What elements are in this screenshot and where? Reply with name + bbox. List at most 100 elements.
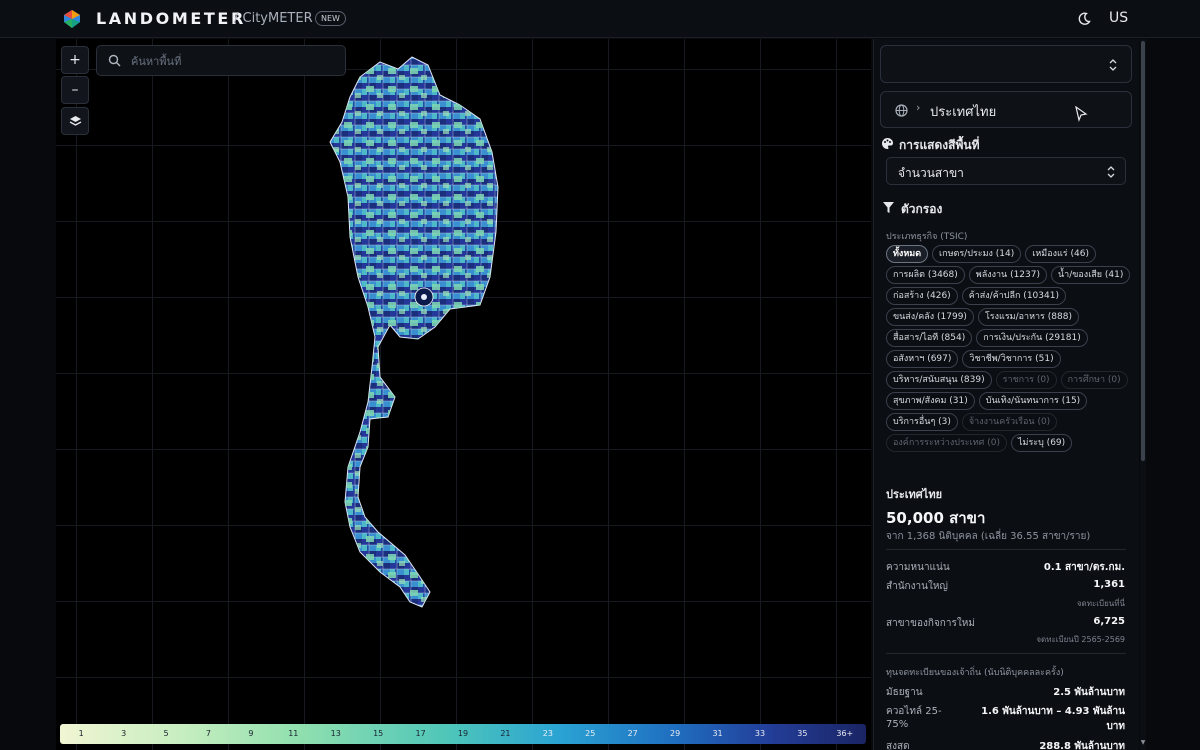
legend-tick: 1 [78, 729, 84, 738]
scroll-thumb[interactable] [1141, 41, 1145, 461]
hq-note: จดทะเบียนที่นี่ [1076, 599, 1125, 608]
tsic-label: ประเภทธุรกิจ (TSIC) [886, 232, 968, 242]
app-header: LANDOMETER / CityMETER NEW US [0, 0, 1200, 38]
chevron-updown-icon [1109, 59, 1117, 71]
scroll-down-icon[interactable]: ▼ [1140, 739, 1146, 746]
legend-tick: 27 [627, 729, 638, 738]
tsic-chip[interactable]: โรงแรม/อาหาร (888) [977, 308, 1079, 326]
tsic-chip[interactable]: ขนส่ง/คลัง (1799) [886, 308, 974, 326]
tsic-chip[interactable]: บริการอื่นๆ (3) [886, 413, 958, 431]
median-label: มัธยฐาน [886, 687, 923, 698]
legend-tick: 3 [121, 729, 127, 738]
legend-tick: 31 [712, 729, 723, 738]
new-badge: NEW [315, 11, 346, 26]
new-branches-label: สาขาของกิจการใหม่ [886, 618, 975, 629]
palette-icon [882, 138, 894, 149]
zoom-in-button[interactable]: + [61, 46, 89, 74]
tsic-chip[interactable]: บริหาร/สนับสนุน (839) [886, 371, 992, 389]
tsic-chip[interactable]: วิชาชีพ/วิชาการ (51) [962, 350, 1061, 368]
iqr-value: 1.6 พันล้านบาท – 4.93 พันล้านบาท [981, 706, 1125, 732]
legend-tick: 5 [163, 729, 169, 738]
summary-count: 50,000 สาขา [886, 509, 986, 527]
color-legend: 1 3 5 7 9 11 13 15 17 19 21 23 25 27 29 31 33 35 36+ [60, 724, 866, 744]
product-name[interactable]: / CityMETER [234, 11, 313, 26]
tsic-chip[interactable]: เหมืองแร่ (46) [1025, 245, 1096, 263]
tsic-chip[interactable]: ไม่ระบุ (69) [1010, 434, 1073, 452]
cursor-pointer-icon [1075, 106, 1088, 122]
filter-icon [883, 202, 894, 213]
chevron-right-icon: › [916, 101, 921, 114]
tsic-chip: องค์การระหว่างประเทศ (0) [886, 434, 1007, 452]
tsic-chip[interactable]: ก่อสร้าง (426) [886, 287, 958, 305]
landometer-logo-icon[interactable] [62, 9, 82, 29]
legend-tick: 9 [248, 729, 254, 738]
tsic-chip[interactable]: บันเทิง/นันทนาการ (15) [978, 392, 1088, 410]
search-input[interactable] [131, 52, 331, 70]
legend-tick: 33 [754, 729, 766, 738]
legend-tick: 23 [542, 729, 553, 738]
chevron-updown-icon [1107, 166, 1115, 178]
tsic-chip[interactable]: พลังงาน (1237) [968, 266, 1047, 284]
legend-tick: 35 [797, 729, 808, 738]
thailand-choropleth[interactable] [320, 47, 500, 617]
divider [886, 653, 1126, 654]
layers-button[interactable] [61, 107, 89, 135]
tsic-chip[interactable]: ค้าส่ง/ค้าปลีก (10341) [961, 287, 1066, 305]
iqr-label: ควอไทล์ 25-75% [886, 706, 942, 730]
tsic-chip[interactable]: อสังหาฯ (697) [886, 350, 959, 368]
filter-section-title: ตัวกรอง [901, 202, 943, 216]
divider [886, 549, 1126, 550]
hq-value: 1,361 [1093, 579, 1125, 590]
thailand-shape [329, 56, 499, 608]
side-panel: › ประเทศไทย การแสดงสีพื้นที่ จำนวนสาขา ต… [873, 39, 1139, 750]
tsic-chip[interactable]: ทั้งหมด [886, 245, 929, 263]
tsic-chip[interactable]: สื่อสาร/ไอที (854) [886, 329, 973, 347]
tsic-chip: จ้างงานครัวเรือน (0) [961, 413, 1058, 431]
locale-switch[interactable]: US [1109, 10, 1128, 26]
legend-tick: 36+ [836, 729, 854, 738]
area-select[interactable] [880, 45, 1132, 83]
breadcrumb: › ประเทศไทย [880, 91, 1132, 128]
panel-scrollbar[interactable]: ▼ [1140, 39, 1146, 750]
legend-tick: 29 [670, 729, 681, 738]
legend-tick: 11 [288, 729, 299, 738]
tsic-chip[interactable]: เกษตร/ประมง (14) [932, 245, 1022, 263]
density-label: ความหนาแน่น [886, 562, 950, 573]
new-branches-value: 6,725 [1093, 616, 1125, 627]
max-value: 288.8 พันล้านบาท [1039, 741, 1125, 750]
median-value: 2.5 พันล้านบาท [1053, 687, 1125, 698]
display-mode-value: จำนวนสาขา [898, 166, 964, 180]
display-mode-select[interactable]: จำนวนสาขา [886, 157, 1126, 185]
tsic-chip[interactable]: การผลิต (3468) [886, 266, 965, 284]
brand-name[interactable]: LANDOMETER [96, 9, 246, 28]
legend-tick: 21 [500, 729, 511, 738]
summary-title: ประเทศไทย [886, 488, 943, 501]
tsic-chip[interactable]: น้ำ/ของเสีย (41) [1051, 266, 1131, 284]
new-branches-note: จดทะเบียนปี 2565-2569 [1036, 635, 1125, 644]
globe-icon[interactable] [895, 104, 908, 117]
search-box[interactable] [96, 45, 346, 76]
legend-tick: 17 [415, 729, 426, 738]
zoom-out-button[interactable]: – [61, 76, 89, 104]
legend-tick: 13 [330, 729, 341, 738]
display-section-title: การแสดงสีพื้นที่ [899, 138, 980, 152]
layers-icon [69, 115, 81, 126]
summary-sub: จาก 1,368 นิติบุคคล (เฉลี่ย 36.55 สาขา/ร… [886, 531, 1091, 542]
tsic-chip[interactable]: สุขภาพ/สังคม (31) [886, 392, 975, 410]
legend-tick: 19 [457, 729, 469, 738]
tsic-chip: ราชการ (0) [995, 371, 1057, 389]
legend-tick: 7 [205, 729, 212, 738]
max-label: สูงสุด [886, 741, 910, 750]
map-canvas[interactable] [56, 39, 871, 750]
legend-tick: 15 [373, 729, 384, 738]
tsic-chip[interactable]: การเงิน/ประกัน (29181) [976, 329, 1088, 347]
density-value: 0.1 สาขา/ตร.กม. [1043, 562, 1125, 573]
tsic-chip: การศึกษา (0) [1060, 371, 1128, 389]
hq-label: สำนักงานใหญ่ [886, 581, 948, 592]
moon-icon[interactable] [1077, 12, 1091, 26]
legend-tick: 25 [585, 729, 596, 738]
search-icon [108, 54, 121, 67]
breadcrumb-country[interactable]: ประเทศไทย [930, 101, 996, 122]
tsic-chip-group: ทั้งหมด เกษตร/ประมง (14) เหมืองแร่ (46) การ… [886, 245, 1132, 452]
capital-title: ทุนจดทะเบียนของเจ้าถิ่น (นับนิติบุคคลละค… [886, 668, 1064, 678]
